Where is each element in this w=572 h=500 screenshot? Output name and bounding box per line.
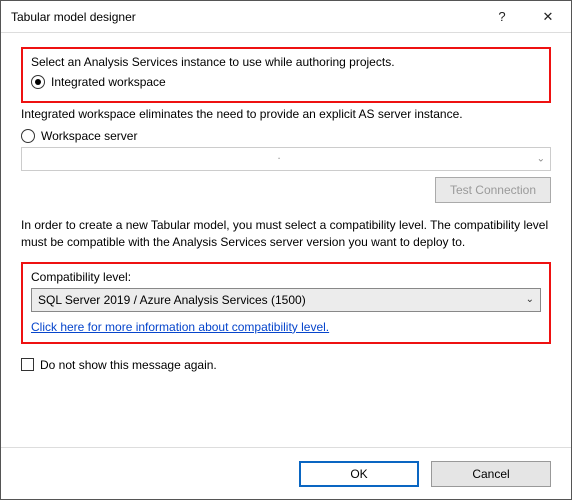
radio-label: Integrated workspace: [51, 75, 166, 89]
ok-button[interactable]: OK: [299, 461, 419, 487]
dialog-content: Select an Analysis Services instance to …: [1, 33, 571, 447]
checkbox-label: Do not show this message again.: [40, 358, 217, 372]
radio-icon: [31, 75, 45, 89]
test-connection-row: Test Connection: [21, 177, 551, 203]
compat-paragraph: In order to create a new Tabular model, …: [21, 217, 551, 252]
help-button[interactable]: ?: [479, 1, 525, 32]
compat-level-dropdown[interactable]: SQL Server 2019 / Azure Analysis Service…: [31, 288, 541, 312]
titlebar: Tabular model designer ? ✕: [1, 1, 571, 33]
compat-label: Compatibility level:: [31, 270, 541, 284]
dont-show-again-checkbox[interactable]: Do not show this message again.: [21, 358, 551, 372]
server-name-value: .: [277, 148, 280, 162]
checkbox-icon: [21, 358, 34, 371]
server-name-input[interactable]: .: [21, 147, 551, 171]
instruction-text: Select an Analysis Services instance to …: [31, 55, 541, 69]
radio-workspace-server[interactable]: Workspace server: [21, 129, 551, 143]
window-title: Tabular model designer: [11, 10, 136, 24]
dialog-footer: OK Cancel: [1, 447, 571, 499]
radio-icon: [21, 129, 35, 143]
radio-label: Workspace server: [41, 129, 137, 143]
chevron-down-icon: ⌄: [537, 154, 545, 165]
compat-level-selected: SQL Server 2019 / Azure Analysis Service…: [38, 293, 306, 307]
server-input-wrap: . ⌄: [21, 147, 551, 171]
radio-integrated-workspace[interactable]: Integrated workspace: [31, 75, 541, 89]
chevron-down-icon: ⌄: [526, 294, 534, 305]
close-button[interactable]: ✕: [525, 1, 571, 32]
cancel-button[interactable]: Cancel: [431, 461, 551, 487]
compat-highlight: Compatibility level: SQL Server 2019 / A…: [21, 262, 551, 344]
integrated-note: Integrated workspace eliminates the need…: [21, 107, 551, 121]
workspace-selection-highlight: Select an Analysis Services instance to …: [21, 47, 551, 103]
compat-info-link[interactable]: Click here for more information about co…: [31, 320, 329, 334]
window-controls: ? ✕: [479, 1, 571, 32]
test-connection-button[interactable]: Test Connection: [435, 177, 551, 203]
